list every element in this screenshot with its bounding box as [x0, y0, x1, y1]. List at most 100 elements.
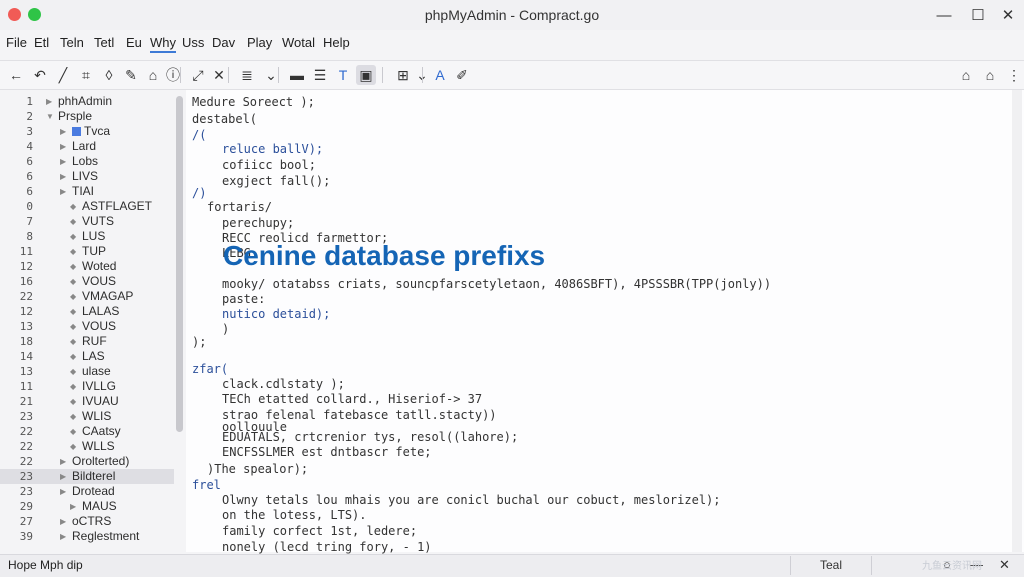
tree-item[interactable]: 12 ◆ LALAS: [0, 304, 174, 319]
list-icon[interactable]: ≣: [237, 65, 257, 85]
expand-toggle-icon[interactable]: ◆: [70, 232, 76, 241]
tree-item[interactable]: 27 ▶ oCTRS: [0, 514, 174, 529]
expand-toggle-icon[interactable]: ◆: [70, 442, 76, 451]
expand-toggle-icon[interactable]: ▼: [46, 112, 54, 121]
crop-icon[interactable]: ⌗: [76, 65, 96, 85]
expand-toggle-icon[interactable]: ▶: [60, 127, 66, 136]
expand-toggle-icon[interactable]: ◆: [70, 202, 76, 211]
menu-tetl[interactable]: Tetl: [94, 35, 114, 50]
menu-play[interactable]: Play: [247, 35, 272, 50]
expand-toggle-icon[interactable]: ◆: [70, 412, 76, 421]
menu-uss[interactable]: Uss: [182, 35, 204, 50]
tree-item[interactable]: 1 ▶ phhAdmin: [0, 94, 174, 109]
expand-toggle-icon[interactable]: ▶: [60, 517, 66, 526]
expand-toggle-icon[interactable]: ◆: [70, 337, 76, 346]
tree-scrollbar[interactable]: [176, 96, 183, 432]
expand-toggle-icon[interactable]: ▶: [60, 487, 66, 496]
expand-toggle-icon[interactable]: ◆: [70, 397, 76, 406]
tree-item[interactable]: 6 ▶ TIAI: [0, 184, 174, 199]
close-icon[interactable]: ✕: [209, 65, 229, 85]
expand-toggle-icon[interactable]: ▶: [46, 97, 52, 106]
expand-toggle-icon[interactable]: ▶: [60, 472, 66, 481]
editor-scrollbar[interactable]: [1012, 90, 1022, 552]
tree-item[interactable]: 23 ▶ Bildterel: [0, 469, 174, 484]
tree-item[interactable]: 13 ◆ VOUS: [0, 319, 174, 334]
tree-item[interactable]: 11 ◆ TUP: [0, 244, 174, 259]
expand-toggle-icon[interactable]: ◆: [70, 292, 76, 301]
brush-icon[interactable]: ✐: [452, 65, 472, 85]
line-number: 0: [26, 200, 33, 213]
tree-item[interactable]: 4 ▶ Lard: [0, 139, 174, 154]
expand-toggle-icon[interactable]: ◆: [70, 382, 76, 391]
menu-teln[interactable]: Teln: [60, 35, 84, 50]
tree-item[interactable]: 11 ◆ IVLLG: [0, 379, 174, 394]
tree-item[interactable]: 16 ◆ VOUS: [0, 274, 174, 289]
home-icon[interactable]: ⌂: [980, 65, 1000, 85]
close-icon[interactable]: ✕: [997, 4, 1019, 26]
expand-toggle-icon[interactable]: ▶: [60, 187, 66, 196]
more-icon[interactable]: ⋮: [1004, 65, 1024, 85]
minus-icon[interactable]: ▬: [287, 65, 307, 85]
tree-item[interactable]: 21 ◆ IVUAU: [0, 394, 174, 409]
expand-toggle-icon[interactable]: ◆: [70, 217, 76, 226]
tree-item[interactable]: 22 ◆ WLLS: [0, 439, 174, 454]
menu-wotal[interactable]: Wotal: [282, 35, 315, 50]
expand-toggle-icon[interactable]: ◆: [70, 322, 76, 331]
expand-toggle-icon[interactable]: ◆: [70, 277, 76, 286]
tree-item[interactable]: 13 ◆ ulase: [0, 364, 174, 379]
tree-item[interactable]: 3 ▶ Tvca: [0, 124, 174, 139]
expand-toggle-icon[interactable]: ◆: [70, 367, 76, 376]
menu-why[interactable]: Why: [150, 35, 176, 53]
frame-icon[interactable]: ▣: [356, 65, 376, 85]
tree-item[interactable]: 6 ▶ Lobs: [0, 154, 174, 169]
tree-item[interactable]: 6 ▶ LIVS: [0, 169, 174, 184]
expand-toggle-icon[interactable]: ▶: [60, 157, 66, 166]
menu-eu[interactable]: Eu: [126, 35, 142, 50]
menu-file[interactable]: File: [6, 35, 27, 50]
expand-toggle-icon[interactable]: ◆: [70, 262, 76, 271]
sql-editor[interactable]: Medure Soreect ); destabel(/(reluce ballV…: [186, 90, 1024, 554]
font-icon[interactable]: A: [430, 65, 450, 85]
tree-item[interactable]: 8 ◆ LUS: [0, 229, 174, 244]
tag-icon[interactable]: ⌂: [143, 65, 163, 85]
tree-item[interactable]: 0 ◆ ASTFLAGET: [0, 199, 174, 214]
minimize-icon[interactable]: —: [933, 4, 955, 26]
expand-toggle-icon[interactable]: ◆: [70, 427, 76, 436]
tree-item[interactable]: 14 ◆ LAS: [0, 349, 174, 364]
tree-item[interactable]: 12 ◆ Woted: [0, 259, 174, 274]
undo-icon[interactable]: ↶: [30, 65, 50, 85]
tree-item[interactable]: 22 ▶ Orolterted): [0, 454, 174, 469]
tree-item[interactable]: 7 ◆ VUTS: [0, 214, 174, 229]
tree-item[interactable]: 2 ▼ Prsple: [0, 109, 174, 124]
tree-item[interactable]: 23 ▶ Drotead: [0, 484, 174, 499]
expand-toggle-icon[interactable]: ▶: [60, 457, 66, 466]
expand-toggle-icon[interactable]: ◆: [70, 247, 76, 256]
status-mode[interactable]: Teal: [790, 556, 872, 575]
tree-item[interactable]: 22 ◆ CAatsy: [0, 424, 174, 439]
tree-item[interactable]: 22 ◆ VMAGAP: [0, 289, 174, 304]
menu-dav[interactable]: Dav: [212, 35, 235, 50]
expand-toggle-icon[interactable]: ▶: [70, 502, 76, 511]
pen-icon[interactable]: ✎: [121, 65, 141, 85]
expand-toggle-icon[interactable]: ▶: [60, 172, 66, 181]
expand-toggle-icon[interactable]: ▶: [60, 142, 66, 151]
expand-toggle-icon[interactable]: ▶: [60, 532, 66, 541]
lock-icon[interactable]: ⌂: [956, 65, 976, 85]
tree-item[interactable]: 29 ▶ MAUS: [0, 499, 174, 514]
menu-etl[interactable]: Etl: [34, 35, 49, 50]
tree-item[interactable]: 39 ▶ Reglestment: [0, 529, 174, 544]
status-close-icon[interactable]: ✕: [999, 557, 1010, 573]
menu-help[interactable]: Help: [323, 35, 350, 50]
expand-icon[interactable]: ⤢: [188, 65, 208, 85]
grid-icon[interactable]: ⊞: [393, 65, 413, 85]
eraser-icon[interactable]: ◊: [99, 65, 119, 85]
tree-item[interactable]: 18 ◆ RUF: [0, 334, 174, 349]
expand-toggle-icon[interactable]: ◆: [70, 352, 76, 361]
back-icon[interactable]: ←: [6, 65, 26, 85]
line-icon[interactable]: ╱: [53, 65, 73, 85]
align-icon[interactable]: ☰: [310, 65, 330, 85]
text-icon[interactable]: T: [333, 65, 353, 85]
tree-item[interactable]: 23 ◆ WLIS: [0, 409, 174, 424]
expand-toggle-icon[interactable]: ◆: [70, 307, 76, 316]
maximize-icon[interactable]: ☐: [967, 4, 989, 26]
